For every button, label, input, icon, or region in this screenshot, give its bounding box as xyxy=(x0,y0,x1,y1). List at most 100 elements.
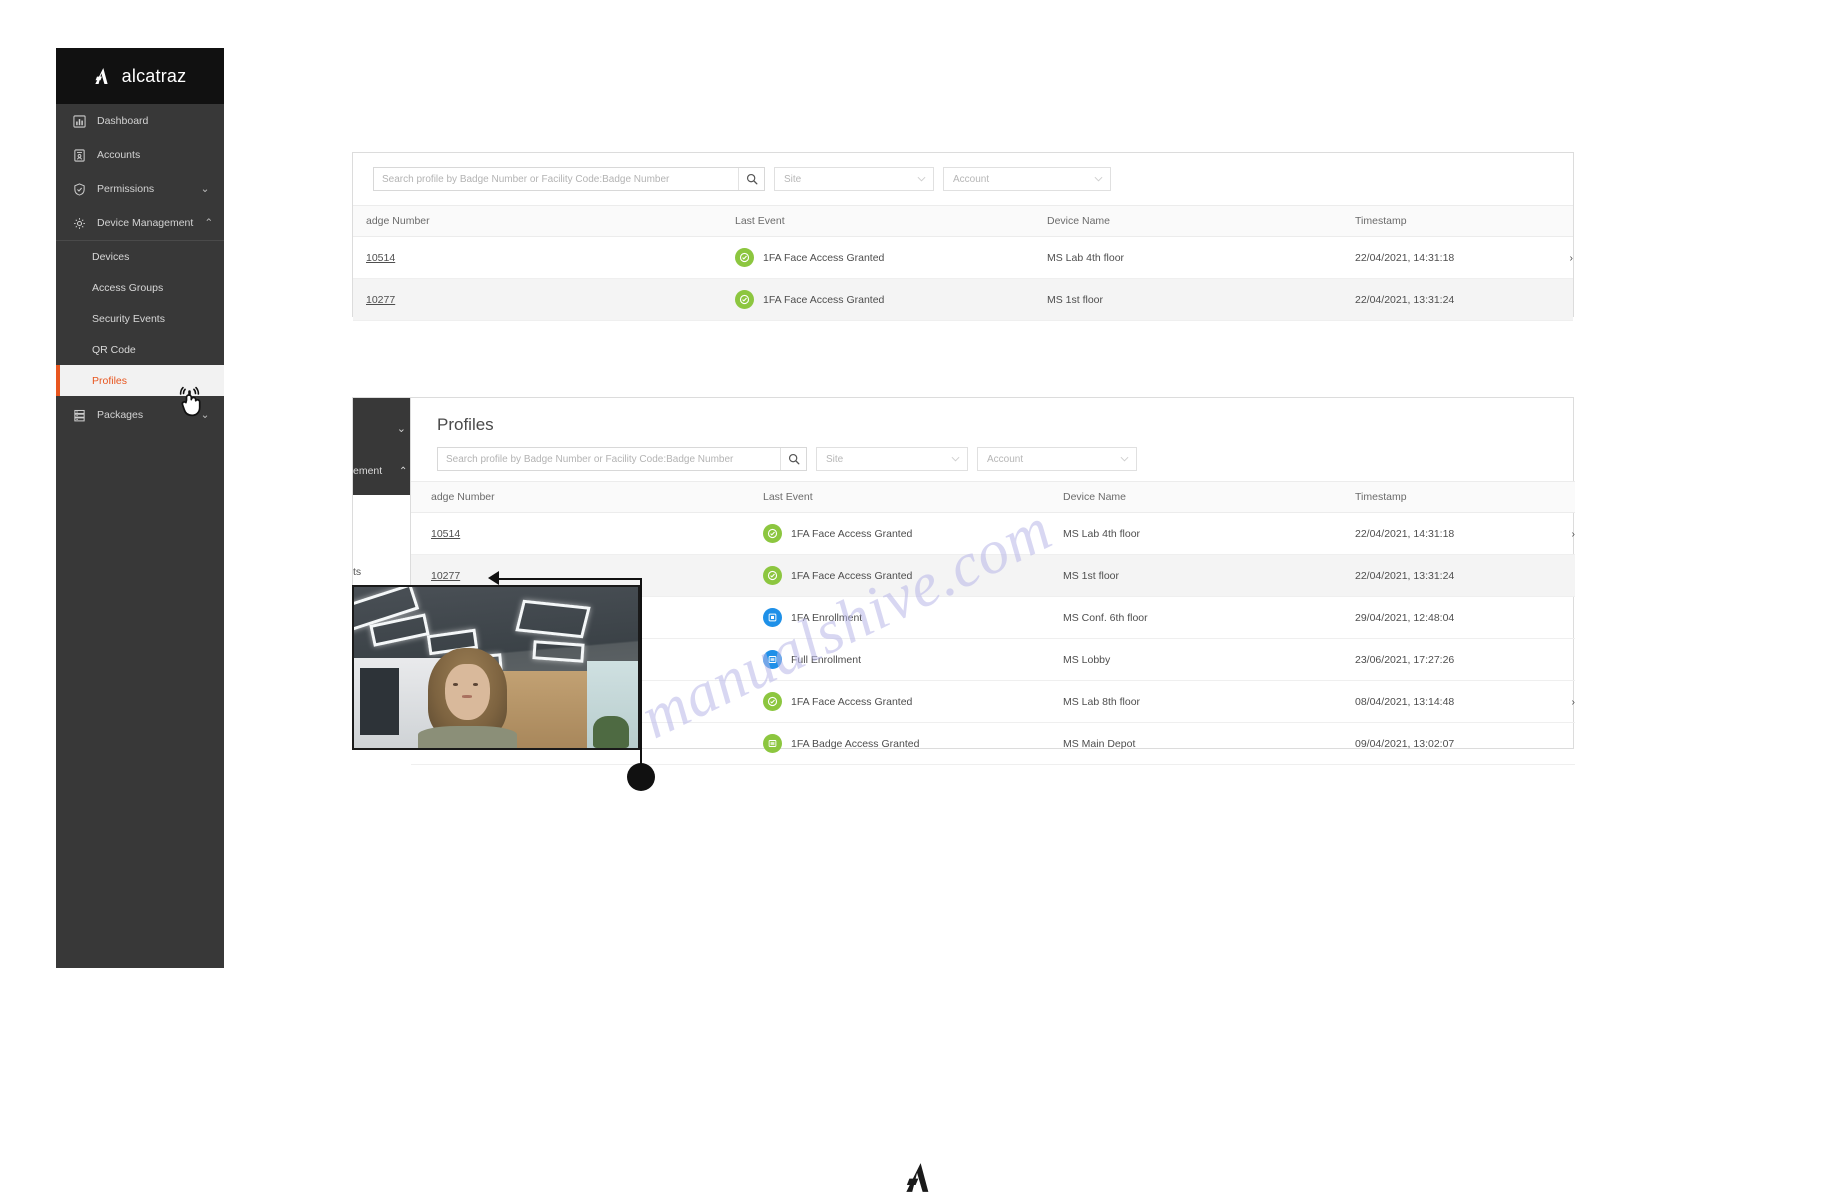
search-box[interactable] xyxy=(373,167,765,191)
column-header-badge-number[interactable]: adge Number xyxy=(353,206,735,237)
photo-person-face xyxy=(445,664,490,720)
account-select[interactable]: Account xyxy=(943,167,1111,191)
search-input-bottom[interactable] xyxy=(438,448,780,470)
chevron-none xyxy=(199,149,211,161)
sidebar-item-devices[interactable]: Devices xyxy=(56,241,224,272)
table-row[interactable]: 10514 1FA Face Access Granted MS Lab 4th f… xyxy=(353,237,1573,279)
photo-person-eye xyxy=(453,683,458,686)
photo-plant xyxy=(593,716,630,748)
cell-last-event: 1FA Face Access Granted xyxy=(763,555,1063,597)
row-chevron-right-icon[interactable]: › xyxy=(1515,237,1573,279)
alcatraz-a-mark-icon xyxy=(94,68,113,84)
badge-number-link[interactable]: 10514 xyxy=(431,528,460,540)
event-label: Full Enrollment xyxy=(791,654,861,666)
cell-badge-number: 10514 xyxy=(411,513,763,555)
chevron-down-icon[interactable]: ⌄ xyxy=(199,183,211,195)
tap-hand-cursor-icon xyxy=(176,386,206,420)
face-access-granted-icon xyxy=(763,524,782,543)
account-card-icon xyxy=(72,148,86,162)
account-select-bottom[interactable]: Account xyxy=(977,447,1137,471)
chevron-up-icon[interactable]: ⌃ xyxy=(204,217,213,229)
site-select-label: Site xyxy=(784,174,801,185)
row-chevron-right-icon[interactable] xyxy=(1517,639,1575,681)
shield-check-icon xyxy=(72,182,86,196)
column-header-badge-number[interactable]: adge Number xyxy=(411,482,763,513)
sidebar-fragment-label: ement xyxy=(353,465,382,477)
badge-number-link[interactable]: 10277 xyxy=(366,294,395,306)
column-header-last-event[interactable]: Last Event xyxy=(763,482,1063,513)
sidebar-item-dashboard[interactable]: Dashboard xyxy=(56,104,224,138)
cell-last-event: 1FA Face Access Granted xyxy=(735,237,1047,279)
chevron-up-icon: ⌃ xyxy=(399,466,407,477)
callout-line-horizontal xyxy=(494,578,642,580)
row-chevron-right-icon[interactable] xyxy=(1517,555,1575,597)
sidebar-item-label: Permissions xyxy=(97,183,188,195)
row-chevron-right-icon[interactable] xyxy=(1515,279,1573,321)
table-row[interactable]: 102771FA Face Access GrantedMS 1st floor… xyxy=(353,279,1573,321)
cell-last-event: 1FA Face Access Granted xyxy=(763,681,1063,723)
filter-bar-top: Site Account xyxy=(353,153,1573,205)
cell-timestamp: 23/06/2021, 17:27:26 xyxy=(1355,639,1517,681)
row-chevron-right-icon[interactable] xyxy=(1517,723,1575,765)
sidebar-item-label: Dashboard xyxy=(97,115,188,127)
column-header-timestamp[interactable]: Timestamp xyxy=(1355,482,1517,513)
sidebar-item-device-management[interactable]: Device Management ⌃ xyxy=(56,206,224,240)
event-label: 1FA Face Access Granted xyxy=(791,696,912,708)
face-access-granted-icon xyxy=(735,248,754,267)
sidebar: alcatraz Dashboard Accounts Permissions … xyxy=(56,48,224,968)
chevron-down-icon xyxy=(917,174,926,185)
cell-device-name: MS Lab 8th floor xyxy=(1063,681,1355,723)
profile-photo-thumbnail[interactable] xyxy=(352,585,640,750)
sidebar-item-label: Device Management xyxy=(97,217,193,229)
column-header-device-name[interactable]: Device Name xyxy=(1063,482,1355,513)
site-select[interactable]: Site xyxy=(774,167,934,191)
sidebar-item-accounts[interactable]: Accounts xyxy=(56,138,224,172)
face-access-granted-icon xyxy=(763,692,782,711)
gear-icon xyxy=(72,216,86,230)
column-header-last-event[interactable]: Last Event xyxy=(735,206,1047,237)
photo-person-body xyxy=(418,726,517,748)
cell-last-event: 1FA Badge Access Granted xyxy=(763,723,1063,765)
sidebar-item-label: Accounts xyxy=(97,149,188,161)
sidebar-subitem-label: Access Groups xyxy=(92,282,163,294)
sidebar-item-label: Packages xyxy=(97,409,188,421)
account-select-label: Account xyxy=(987,454,1023,465)
search-box-bottom[interactable] xyxy=(437,447,807,471)
badge-number-link[interactable]: 10277 xyxy=(431,570,460,582)
column-header-actions xyxy=(1515,206,1573,237)
cell-timestamp: 22/04/2021, 13:31:24 xyxy=(1355,279,1515,321)
table-row[interactable]: 10514 1FA Face Access Granted MS Lab 4th f… xyxy=(411,513,1575,555)
event-label: 1FA Face Access Granted xyxy=(763,252,884,264)
column-header-device-name[interactable]: Device Name xyxy=(1047,206,1355,237)
search-input[interactable] xyxy=(374,168,738,190)
cell-last-event: 1FA Face Access Granted xyxy=(735,279,1047,321)
account-select-label: Account xyxy=(953,174,989,185)
sidebar-item-security-events[interactable]: Security Events xyxy=(56,303,224,334)
server-stack-icon xyxy=(72,408,86,422)
callout-dot xyxy=(627,763,655,791)
row-chevron-right-icon[interactable]: › xyxy=(1517,513,1575,555)
site-select-bottom[interactable]: Site xyxy=(816,447,968,471)
sidebar-item-qr-code[interactable]: QR Code xyxy=(56,334,224,365)
sidebar-subitem-label: QR Code xyxy=(92,344,136,356)
sidebar-item-access-groups[interactable]: Access Groups xyxy=(56,272,224,303)
chevron-none xyxy=(199,115,211,127)
brand-logo: alcatraz xyxy=(56,48,224,104)
badge-number-link[interactable]: 10514 xyxy=(366,252,395,264)
search-icon[interactable] xyxy=(738,168,764,190)
row-chevron-right-icon[interactable] xyxy=(1517,597,1575,639)
cell-device-name: MS Lab 4th floor xyxy=(1047,237,1355,279)
cell-device-name: MS Lobby xyxy=(1063,639,1355,681)
search-icon[interactable] xyxy=(780,448,806,470)
sidebar-subitem-label: Profiles xyxy=(92,375,127,387)
row-chevron-right-icon[interactable]: › xyxy=(1517,681,1575,723)
cell-device-name: MS Lab 4th floor xyxy=(1063,513,1355,555)
sidebar-item-permissions[interactable]: Permissions ⌄ xyxy=(56,172,224,206)
face-access-granted-icon xyxy=(763,566,782,585)
event-label: 1FA Face Access Granted xyxy=(791,528,912,540)
column-header-timestamp[interactable]: Timestamp xyxy=(1355,206,1515,237)
brand-name: alcatraz xyxy=(122,66,187,87)
table-header-row: adge Number Last Event Device Name Times… xyxy=(411,482,1575,513)
chevron-down-icon xyxy=(1120,454,1129,465)
event-label: 1FA Enrollment xyxy=(791,612,862,624)
